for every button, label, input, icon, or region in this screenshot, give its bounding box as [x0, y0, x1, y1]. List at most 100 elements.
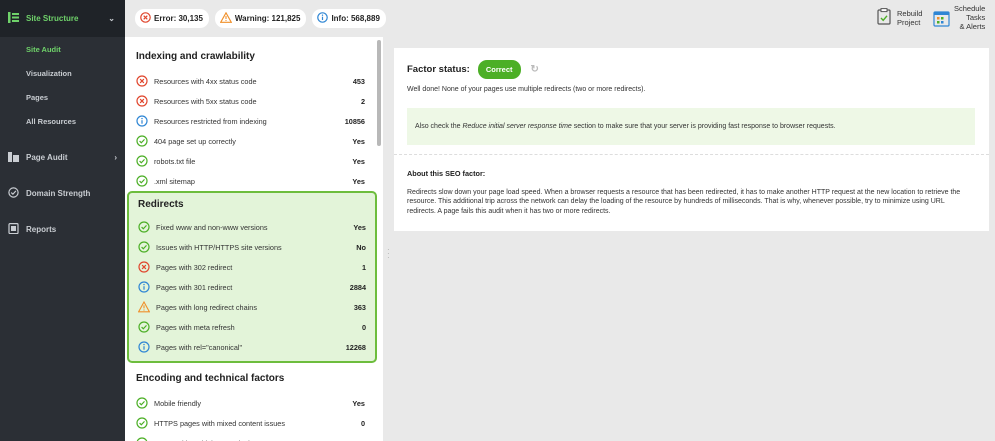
status-badge: Correct: [477, 60, 521, 79]
factor-row[interactable]: HTTPS pages with mixed content issues 0: [125, 413, 383, 433]
sidebar-subitem-pages[interactable]: Pages: [0, 85, 125, 109]
error-icon: [136, 95, 148, 107]
schedule-label-line3: & Alerts: [959, 22, 986, 31]
info-count-badge[interactable]: Info: 568,889: [312, 9, 386, 28]
warning-icon: [219, 11, 233, 25]
info-icon: [136, 115, 148, 127]
factor-row[interactable]: Issues with HTTP/HTTPS site versions No: [129, 237, 375, 257]
factor-status-label: Factor status:: [407, 64, 470, 75]
factor-detail-panel: Factor status: Correct ↻ Well done! None…: [394, 48, 989, 231]
info-icon: [317, 12, 329, 25]
tip-text-before: Also check the: [415, 122, 463, 130]
factor-row[interactable]: Pages with meta refresh 0: [129, 317, 375, 337]
factor-row[interactable]: Pages with 301 redirect 2884: [129, 277, 375, 297]
error-icon: [140, 12, 151, 25]
factor-value: Yes: [352, 156, 365, 166]
scrollbar[interactable]: [377, 40, 381, 146]
warning-count-badge[interactable]: Warning: 121,825: [214, 9, 307, 28]
schedule-label-line1: Schedule: [954, 4, 986, 13]
factor-row[interactable]: Resources with 5xx status code 2: [125, 91, 383, 111]
factor-row[interactable]: Fixed www and non-www versions Yes: [129, 217, 375, 237]
error-count-text: Error: 30,135: [154, 14, 203, 23]
check-circle-icon: [136, 135, 148, 147]
warning-count-text: Warning: 121,825: [234, 14, 301, 23]
check-circle-icon: [138, 321, 150, 333]
factor-value: 0: [360, 418, 365, 428]
tip-text-after: section to make sure that your server is…: [571, 122, 836, 130]
domain-strength-icon: [8, 186, 19, 200]
factor-value: 0: [361, 322, 366, 332]
rebuild-icon: [877, 8, 891, 27]
about-text: Redirects slow down your page load speed…: [407, 188, 961, 215]
factor-label: Pages with meta refresh: [156, 322, 235, 332]
factor-label: Pages with long redirect chains: [156, 302, 257, 312]
factor-row[interactable]: robots.txt file Yes: [125, 151, 383, 171]
site-structure-icon: [8, 12, 19, 25]
factor-row[interactable]: .xml sitemap Yes: [125, 171, 383, 191]
factor-row[interactable]: Pages with 302 redirect 1: [129, 257, 375, 277]
schedule-tasks-button[interactable]: Schedule Tasks & Alerts: [933, 4, 985, 31]
refresh-icon[interactable]: ↻: [531, 64, 539, 75]
factor-row[interactable]: 404 page set up correctly Yes: [125, 131, 383, 151]
tip-text: Also check the Reduce initial server res…: [415, 123, 836, 130]
check-circle-icon: [138, 221, 150, 233]
factor-row[interactable]: Mobile friendly Yes: [125, 393, 383, 413]
check-circle-icon: [136, 437, 148, 441]
group-redirects-rows: Fixed www and non-www versions Yes Issues …: [129, 217, 375, 357]
error-icon: [136, 75, 148, 87]
error-count-badge[interactable]: Error: 30,135: [135, 9, 209, 28]
sidebar-item-label: Domain Strength: [26, 188, 91, 198]
tip-box: Also check the Reduce initial server res…: [407, 107, 975, 145]
check-circle-icon: [136, 155, 148, 167]
group-title-redirects: Redirects: [138, 199, 184, 210]
info-icon: [138, 281, 150, 293]
factor-label: Pages with 301 redirect: [156, 282, 233, 292]
panel-splitter-handle[interactable]: · · ·: [387, 246, 390, 262]
rebuild-project-button[interactable]: Rebuild Project: [877, 8, 922, 27]
factor-row[interactable]: Pages with rel="canonical" 12268: [129, 337, 375, 357]
factor-value: Yes: [353, 222, 366, 232]
group-title-encoding: Encoding and technical factors: [136, 373, 285, 384]
factor-value: 2: [360, 96, 365, 106]
factor-value: 363: [353, 302, 366, 312]
factor-label: 404 page set up correctly: [154, 136, 236, 146]
sidebar-subitem-site-audit[interactable]: Site Audit: [0, 37, 125, 61]
factor-value: No: [356, 242, 366, 252]
factor-label: .xml sitemap: [154, 176, 195, 186]
info-icon: [138, 341, 150, 353]
check-circle-icon: [138, 241, 150, 253]
check-circle-icon: [136, 175, 148, 187]
page-audit-icon: [8, 151, 19, 164]
factor-label: Resources with 4xx status code: [154, 76, 257, 86]
factor-status: Factor status: Correct ↻: [394, 48, 989, 79]
check-circle-icon: [136, 397, 148, 409]
factor-row[interactable]: Resources with 4xx status code 453: [125, 71, 383, 91]
factor-label: Pages with 302 redirect: [156, 262, 233, 272]
chevron-right-icon: ›: [114, 152, 117, 162]
sidebar-item-label: Page Audit: [26, 152, 68, 162]
sidebar-item-domain-strength[interactable]: Domain Strength: [0, 175, 125, 211]
sidebar-item-page-audit[interactable]: Page Audit ›: [0, 139, 125, 175]
factor-row[interactable]: Pages with long redirect chains 363: [129, 297, 375, 317]
factor-row[interactable]: Resources restricted from indexing 10856: [125, 111, 383, 131]
sidebar-item-label: Reports: [26, 224, 57, 234]
factor-label: Pages with rel="canonical": [156, 342, 243, 352]
factor-row[interactable]: Pages with multiple canonical URLs0: [125, 433, 383, 441]
tip-reference: Reduce initial server response time: [462, 122, 572, 130]
group-indexing: Resources with 4xx status code 453 Resourc…: [125, 71, 383, 191]
factor-value: 12268: [345, 342, 366, 352]
factor-value: Yes: [352, 136, 365, 146]
factor-list-panel: Indexing and crawlability Resources with…: [125, 37, 383, 441]
sidebar-subitem-all-resources[interactable]: All Resources: [0, 109, 125, 133]
sidebar-item-site-structure[interactable]: Site Structure ⌄: [0, 0, 125, 37]
factor-value: 2884: [349, 282, 366, 292]
sidebar-item-reports[interactable]: Reports: [0, 211, 125, 247]
factor-label: Fixed www and non-www versions: [156, 222, 268, 232]
schedule-label: Schedule Tasks & Alerts: [954, 4, 985, 31]
check-circle-icon: [136, 417, 148, 429]
factor-label: Resources with 5xx status code: [154, 96, 257, 106]
factor-value: 1: [361, 262, 366, 272]
sidebar-subitem-visualization[interactable]: Visualization: [0, 61, 125, 85]
group-encoding: Mobile friendly Yes HTTPS pages with mixed…: [125, 393, 383, 441]
error-icon: [138, 261, 150, 273]
